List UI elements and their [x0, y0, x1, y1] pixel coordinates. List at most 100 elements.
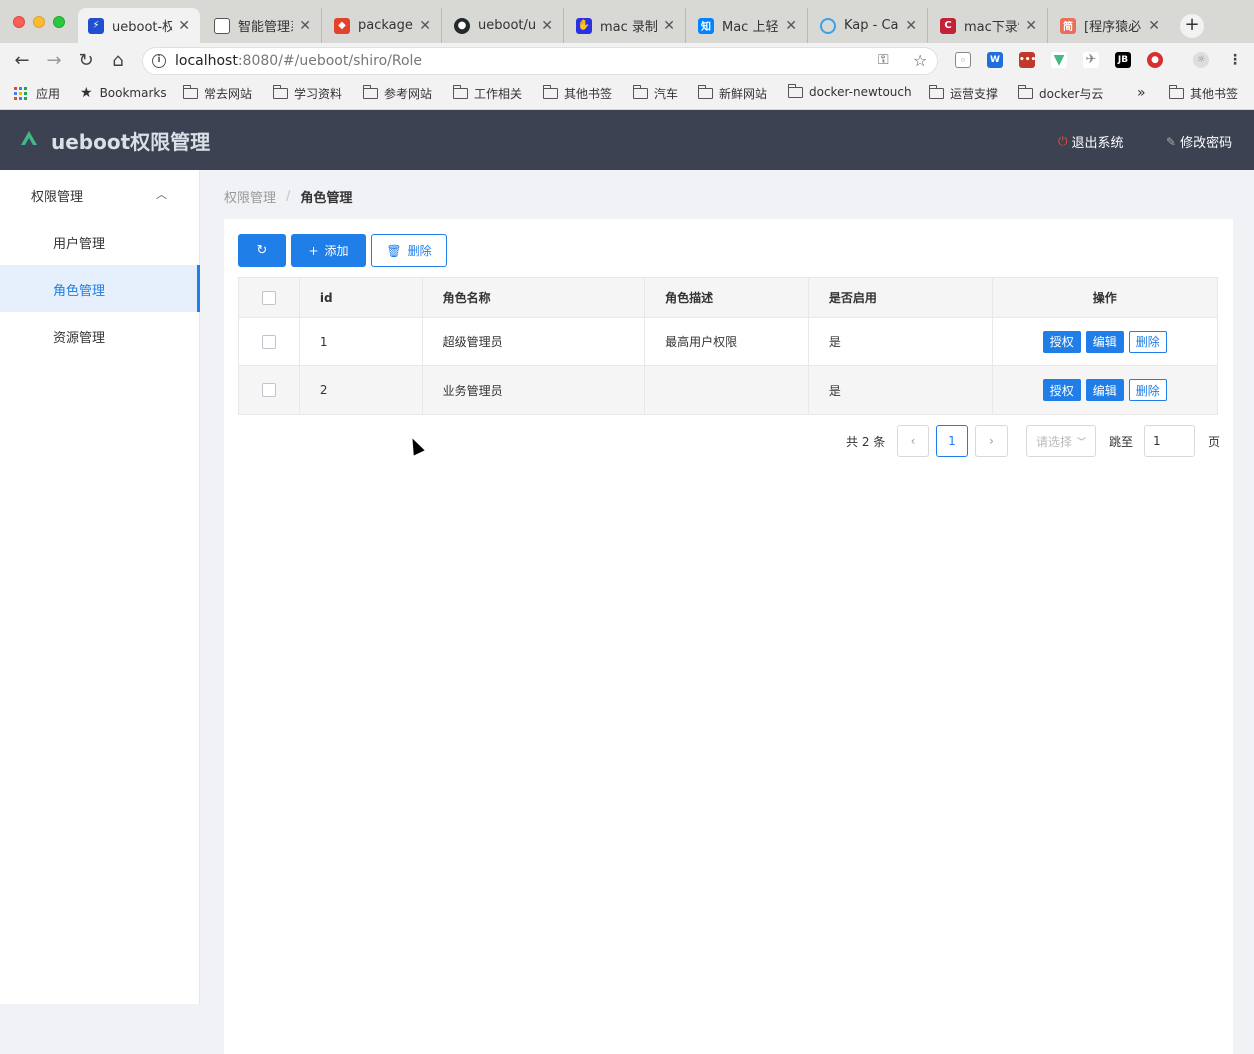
back-arrow-icon[interactable]: ← [11, 50, 33, 72]
bookmark-folder[interactable]: 其他书签 [542, 85, 612, 102]
new-tab-button[interactable]: + [1180, 14, 1204, 38]
browser-tab-6[interactable]: 知 Mac 上轻 ✕ [688, 8, 808, 43]
bookmark-folder[interactable]: docker与云 [1017, 85, 1103, 102]
add-button[interactable]: + 添加 [291, 234, 366, 267]
bookmark-folder[interactable]: 新鲜网站 [697, 85, 767, 102]
row-checkbox[interactable] [261, 334, 276, 349]
home-icon[interactable]: ⌂ [107, 50, 129, 72]
cell-name: 业务管理员 [423, 366, 646, 414]
apps-grid-icon [14, 86, 28, 101]
close-icon[interactable]: ✕ [541, 18, 553, 34]
close-icon[interactable]: ✕ [1148, 18, 1160, 34]
row-checkbox[interactable] [261, 383, 276, 397]
browser-tab-5[interactable]: ✋ mac 录制 ✕ [566, 8, 686, 43]
bookmark-bookmarks[interactable]: ★ Bookmarks [80, 85, 167, 101]
folder-icon [697, 85, 713, 99]
pagination: 共 2 条 ‹ 1 › 请选择 ﹀ 跳至 1 页 [846, 425, 1226, 457]
bird-extension-icon[interactable]: ✈ [1083, 52, 1099, 68]
close-icon[interactable]: ✕ [1025, 18, 1037, 34]
browser-tab-4[interactable]: ● ueboot/ue ✕ [444, 8, 564, 43]
bookmark-folder[interactable]: 工作相关 [452, 85, 522, 102]
jump-page-input[interactable]: 1 [1144, 425, 1195, 457]
change-password-button[interactable]: ✎ 修改密码 [1166, 132, 1232, 152]
browser-tab-7[interactable]: Kap - Cap ✕ [810, 8, 928, 43]
kap-favicon-icon [820, 17, 836, 34]
chevron-up-icon: ︿ [156, 188, 167, 201]
bookmark-folder[interactable]: 学习资料 [272, 85, 342, 102]
sidebar-item-users[interactable]: 用户管理 [0, 218, 200, 265]
breadcrumb-parent[interactable]: 权限管理 [224, 187, 276, 206]
browser-tab-ueboot[interactable]: ⚡ ueboot-权 ✕ [78, 8, 200, 43]
table-row: 2 业务管理员 是 授权 编辑 删除 [239, 366, 1217, 414]
forward-arrow-icon[interactable]: → [43, 50, 65, 72]
browser-tab-2[interactable]: 智能管理系 ✕ [204, 8, 322, 43]
vue-devtools-icon[interactable]: ▼ [1051, 52, 1067, 68]
close-icon[interactable]: ✕ [663, 18, 675, 34]
profile-avatar-icon[interactable]: ☼ [1193, 52, 1209, 68]
prev-page-button[interactable]: ‹ [897, 425, 929, 457]
role-table: id 角色名称 角色描述 是否启用 操作 1 超级管理员 最高用户权限 是 授权… [238, 277, 1218, 415]
browser-tab-3[interactable]: ◆ package.j ✕ [324, 8, 442, 43]
close-icon[interactable]: ✕ [419, 18, 431, 34]
row-delete-button[interactable]: 删除 [1128, 379, 1167, 401]
edit-button[interactable]: 编辑 [1085, 379, 1124, 401]
select-all-checkbox[interactable] [261, 290, 276, 305]
delete-button[interactable]: 🗑 删除 [371, 234, 447, 267]
grant-button[interactable]: 授权 [1042, 330, 1081, 353]
window-maximize-button[interactable] [53, 16, 65, 28]
page-number-button[interactable]: 1 [936, 425, 968, 457]
shield-extension-icon[interactable]: ◦ [955, 52, 971, 68]
sidebar-item-roles[interactable]: 角色管理 [0, 265, 200, 312]
window-minimize-button[interactable] [33, 16, 45, 28]
edit-button[interactable]: 编辑 [1085, 330, 1124, 353]
jetbrains-extension-icon[interactable]: JB [1115, 52, 1131, 68]
info-icon[interactable]: i [152, 54, 166, 68]
bookmark-star-icon[interactable]: ☆ [913, 51, 927, 70]
record-extension-icon[interactable]: ● [1147, 52, 1163, 68]
gitlab-favicon-icon: ◆ [334, 17, 350, 34]
folder-icon [452, 85, 468, 99]
bookmark-folder[interactable]: 常去网站 [182, 85, 252, 102]
chevron-right-icon: › [989, 434, 994, 448]
bookmark-folder[interactable]: 参考网站 [362, 85, 432, 102]
close-icon[interactable]: ✕ [905, 18, 917, 34]
page-size-select[interactable]: 请选择 ﹀ [1026, 425, 1096, 457]
sidebar-item-resources[interactable]: 资源管理 [0, 312, 200, 359]
close-icon[interactable]: ✕ [178, 18, 190, 34]
cell-actions: 授权 编辑 删除 [993, 318, 1218, 365]
row-delete-button[interactable]: 删除 [1128, 330, 1167, 353]
bookmarks-overflow-button[interactable]: » [1137, 85, 1146, 101]
reload-icon[interactable]: ↻ [75, 50, 97, 72]
document-favicon-icon [214, 17, 230, 34]
row-checkbox-cell [239, 366, 300, 414]
address-bar[interactable]: i localhost:8080/#/ueboot/shiro/Role ⚿ ☆ [142, 47, 938, 75]
column-header-desc: 角色描述 [645, 278, 809, 317]
next-page-button[interactable]: › [975, 425, 1008, 457]
tab-title: ueboot-权 [112, 20, 173, 35]
close-icon[interactable]: ✕ [299, 18, 311, 34]
logout-button[interactable]: ⏻ 退出系统 [1058, 132, 1124, 151]
refresh-button[interactable]: ↻ [238, 234, 286, 267]
dots-extension-icon[interactable]: ••• [1019, 52, 1036, 68]
sidebar-group-permissions[interactable]: 权限管理 ︿ [0, 170, 199, 218]
tab-title: package.j [358, 18, 413, 33]
url-text[interactable]: localhost:8080/#/ueboot/shiro/Role [175, 53, 422, 69]
close-icon[interactable]: ✕ [785, 18, 797, 34]
bookmark-folder[interactable]: 汽车 [632, 85, 678, 102]
cell-desc: 最高用户权限 [645, 318, 809, 365]
breadcrumb-current: 角色管理 [300, 191, 353, 206]
bookmark-folder[interactable]: docker-newtouch [787, 83, 912, 99]
cell-name: 超级管理员 [423, 318, 646, 365]
bookmark-apps[interactable]: 应用 [14, 85, 60, 102]
browser-tab-9[interactable]: 简 [程序猿必 ✕ [1050, 8, 1170, 43]
window-close-button[interactable] [13, 16, 25, 28]
grant-button[interactable]: 授权 [1042, 379, 1081, 401]
bookmark-folder[interactable]: 运营支撑 [928, 85, 998, 102]
wps-extension-icon[interactable]: W [987, 52, 1003, 68]
key-icon[interactable]: ⚿ [878, 52, 889, 68]
bookmark-other-folder[interactable]: 其他书签 [1168, 85, 1238, 102]
browser-tab-8[interactable]: C mac下录制 ✕ [930, 8, 1048, 43]
tab-title: ueboot/ue [478, 18, 536, 33]
browser-menu-icon[interactable]: ⋮ [1227, 52, 1243, 68]
folder-icon [1017, 85, 1033, 99]
